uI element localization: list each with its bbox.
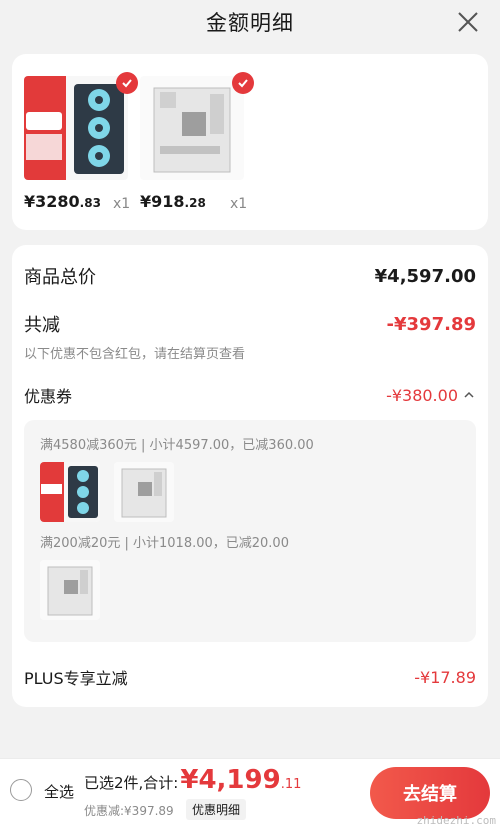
total-label: 商品总价 bbox=[24, 267, 96, 288]
total-value: ¥4,597.00 bbox=[374, 265, 476, 287]
discount-note: 以下优惠不包含红包，请在结算页查看 bbox=[24, 347, 246, 362]
coupon-rule: 满200减20元 | 小计1018.00，已减20.00 bbox=[40, 536, 289, 551]
coupon-label: 优惠券 bbox=[24, 387, 73, 406]
product-price: ¥918.28 bbox=[140, 192, 206, 211]
plus-label: PLUS专享立减 bbox=[24, 669, 128, 688]
product-quantity: x1 bbox=[230, 196, 248, 212]
product-item-gpu[interactable] bbox=[24, 72, 138, 180]
chevron-up-icon[interactable] bbox=[462, 388, 476, 402]
total-row: 商品总价 ¥4,597.00 bbox=[24, 263, 476, 289]
motherboard-thumbnail bbox=[140, 76, 244, 180]
coupon-product-thumbnail bbox=[40, 462, 100, 522]
gpu-thumbnail bbox=[24, 76, 128, 180]
plus-value: -¥17.89 bbox=[414, 667, 476, 687]
coupon-row[interactable]: 优惠券 -¥380.00 bbox=[24, 383, 476, 407]
discount-detail-button[interactable]: 优惠明细 bbox=[186, 799, 247, 820]
selected-check-icon[interactable] bbox=[232, 72, 254, 94]
savings-text: 优惠减:¥397.89 bbox=[84, 804, 174, 818]
plus-discount-row: PLUS专享立减 -¥17.89 bbox=[24, 665, 476, 689]
product-price: ¥3280.83 bbox=[24, 192, 101, 211]
product-list: ¥3280.83 x1 ¥918.28 x1 bbox=[12, 54, 488, 230]
selected-info: 已选2件,合计: bbox=[84, 774, 179, 792]
selected-check-icon[interactable] bbox=[116, 72, 138, 94]
coupon-details: 满4580减360元 | 小计4597.00，已减360.00 满200减20元… bbox=[24, 420, 476, 642]
product-item-motherboard[interactable] bbox=[140, 72, 254, 180]
grand-total-decimal: .11 bbox=[280, 777, 302, 792]
coupon-product-thumbnail bbox=[40, 560, 100, 620]
grand-total: ¥4,199 bbox=[180, 765, 281, 795]
discount-label: 共减 bbox=[24, 315, 60, 336]
watermark: zhidezhi.com bbox=[416, 814, 496, 827]
close-icon[interactable] bbox=[454, 8, 482, 36]
coupon-value: -¥380.00 bbox=[386, 385, 458, 405]
coupon-product-thumbnail bbox=[114, 462, 174, 522]
product-quantity: x1 bbox=[113, 196, 131, 212]
page-title: 金额明细 bbox=[206, 11, 294, 35]
coupon-rule: 满4580减360元 | 小计4597.00，已减360.00 bbox=[40, 438, 314, 453]
selected-summary: 已选2件,合计: ¥4,199 .11 bbox=[84, 765, 301, 795]
price-summary: 商品总价 ¥4,597.00 共减 -¥397.89 以下优惠不包含红包，请在结… bbox=[12, 245, 488, 707]
checkout-button[interactable]: 去结算 bbox=[370, 767, 490, 819]
discount-row: 共减 -¥397.89 bbox=[24, 311, 476, 337]
select-all-radio[interactable] bbox=[10, 779, 32, 801]
discount-value: -¥397.89 bbox=[386, 313, 476, 335]
header: 金额明细 bbox=[0, 0, 500, 44]
checkout-bar: 全选 已选2件,合计: ¥4,199 .11 优惠减:¥397.89 优惠明细 … bbox=[0, 758, 500, 829]
select-all-label[interactable]: 全选 bbox=[44, 781, 74, 802]
